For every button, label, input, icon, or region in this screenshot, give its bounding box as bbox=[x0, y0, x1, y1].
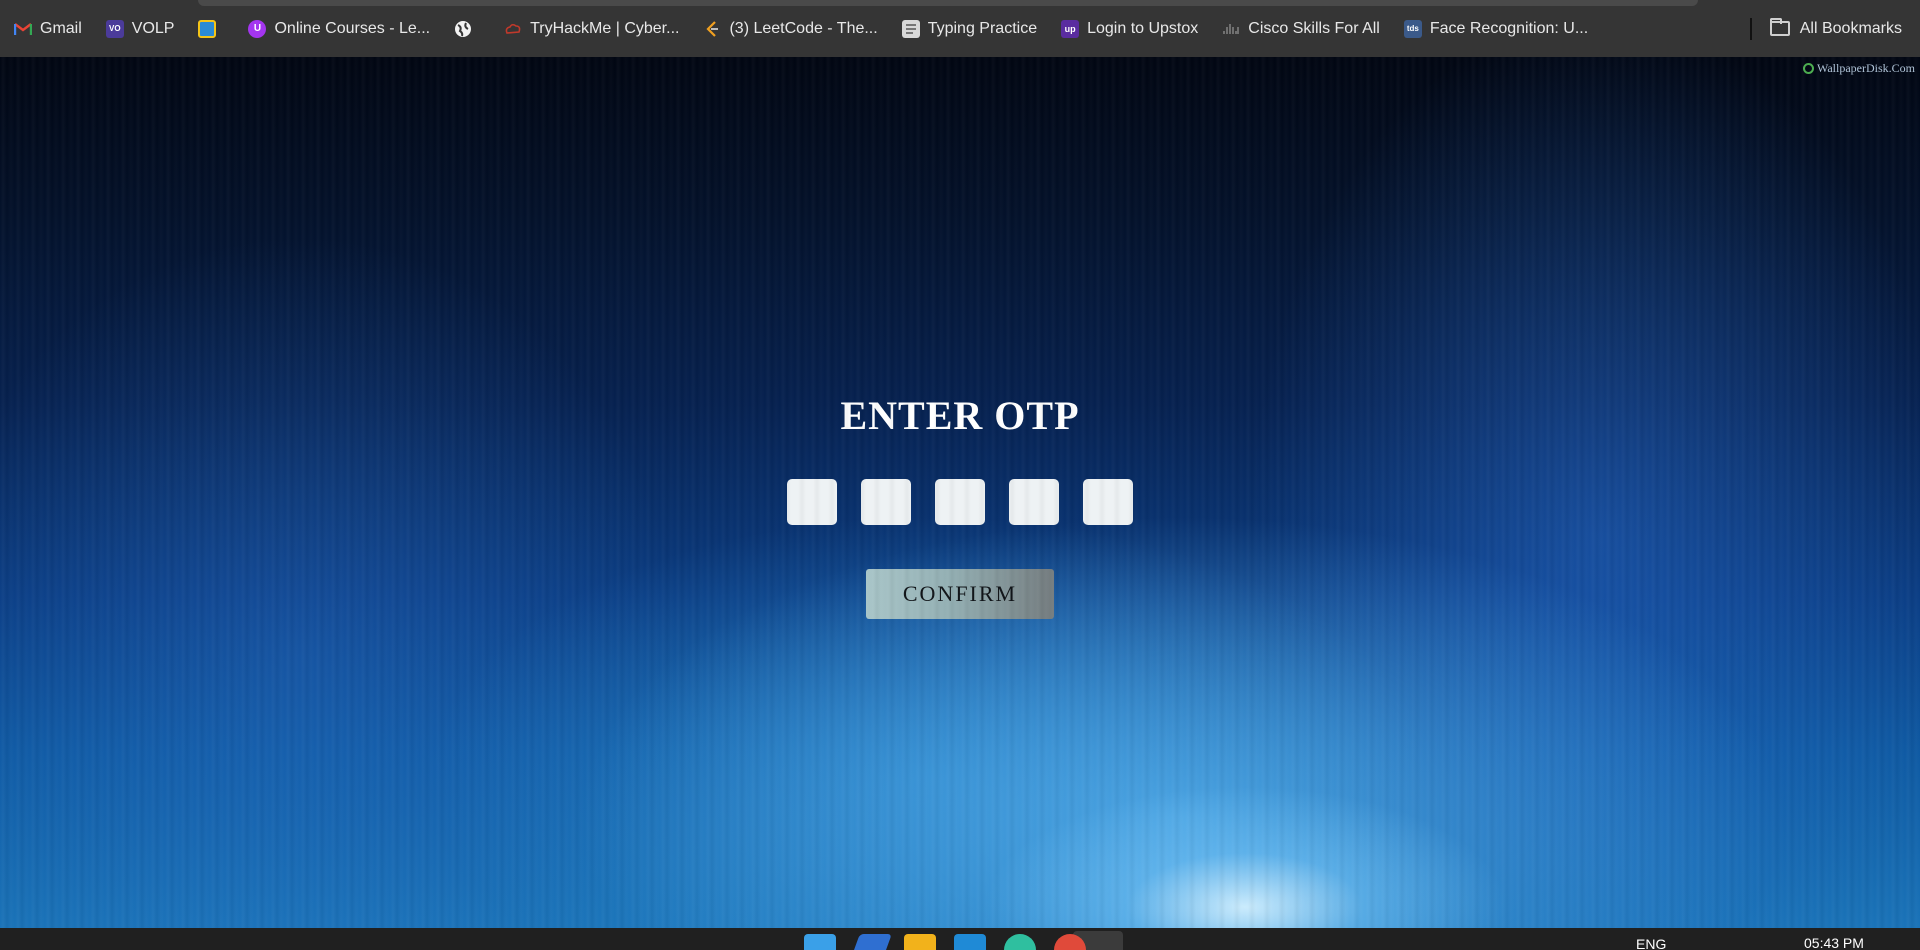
leetcode-icon bbox=[703, 20, 721, 38]
all-bookmarks-button[interactable]: All Bookmarks bbox=[1769, 13, 1912, 45]
bookmark-label: VOLP bbox=[131, 19, 175, 37]
bookmark-label: Gmail bbox=[40, 19, 82, 37]
otp-digit-2[interactable] bbox=[861, 479, 911, 525]
bookmark-typing-practice[interactable]: Typing Practice bbox=[901, 13, 1047, 45]
tds-icon: tds bbox=[1403, 19, 1422, 38]
bookmark-label: Login to Upstox bbox=[1087, 19, 1199, 37]
bookmark-volp[interactable]: VO VOLP bbox=[105, 13, 185, 45]
bookmark-gmail[interactable]: Gmail bbox=[14, 13, 92, 45]
bookmark-leetcode[interactable]: (3) LeetCode - The... bbox=[703, 13, 887, 45]
chrome-icon[interactable] bbox=[1054, 934, 1086, 950]
bookmark-tryhackme[interactable]: TryHackMe | Cyber... bbox=[504, 13, 689, 45]
globe-icon bbox=[454, 20, 472, 38]
bookmark-label: Face Recognition: U... bbox=[1429, 19, 1589, 37]
bookmark-face-recognition[interactable]: tds Face Recognition: U... bbox=[1403, 13, 1598, 45]
bookmark-course-app[interactable] bbox=[198, 13, 234, 45]
bookmarks-bar: Gmail VO VOLP U Online Courses - Le... T… bbox=[0, 0, 1920, 57]
gmail-icon bbox=[14, 20, 32, 38]
otp-digit-5[interactable] bbox=[1083, 479, 1133, 525]
typing-icon bbox=[901, 19, 920, 38]
taskbar: ENG 05:43 PM bbox=[0, 928, 1920, 950]
otp-page: WallpaperDisk.Com ENTER OTP CONFIRM bbox=[0, 57, 1920, 928]
language-indicator[interactable]: ENG bbox=[1636, 936, 1666, 950]
page-title: ENTER OTP bbox=[840, 393, 1080, 438]
bookmark-online-courses[interactable]: U Online Courses - Le... bbox=[248, 13, 440, 45]
windows-start-icon[interactable] bbox=[804, 934, 836, 950]
otp-input-group bbox=[787, 479, 1133, 525]
bookmark-label: Online Courses - Le... bbox=[274, 19, 431, 37]
chat-app-icon[interactable] bbox=[1004, 934, 1036, 950]
udemy-icon: U bbox=[248, 19, 267, 38]
bookmarks-divider bbox=[1749, 17, 1752, 40]
file-explorer-icon[interactable] bbox=[904, 934, 936, 950]
azure-icon[interactable] bbox=[848, 934, 892, 950]
bookmark-label: Cisco Skills For All bbox=[1248, 19, 1380, 37]
course-app-icon bbox=[198, 19, 217, 38]
watermark-text: WallpaperDisk.Com bbox=[1816, 61, 1915, 75]
bookmark-cisco[interactable]: Cisco Skills For All bbox=[1222, 13, 1390, 45]
bookmark-label: Typing Practice bbox=[927, 19, 1038, 37]
bookmark-label: TryHackMe | Cyber... bbox=[530, 19, 680, 37]
watermark: WallpaperDisk.Com bbox=[1802, 61, 1915, 76]
bookmark-label: (3) LeetCode - The... bbox=[729, 19, 878, 37]
bookmark-globe[interactable] bbox=[454, 13, 490, 45]
volp-icon: VO bbox=[105, 19, 124, 38]
tryhackme-icon bbox=[504, 20, 522, 38]
taskbar-icons bbox=[804, 934, 1086, 950]
all-bookmarks-label: All Bookmarks bbox=[1799, 19, 1902, 37]
otp-digit-3[interactable] bbox=[935, 479, 985, 525]
upstox-icon: up bbox=[1061, 19, 1080, 38]
bookmark-upstox[interactable]: up Login to Upstox bbox=[1061, 13, 1208, 45]
otp-digit-4[interactable] bbox=[1009, 479, 1059, 525]
vscode-icon[interactable] bbox=[954, 934, 986, 950]
confirm-button[interactable]: CONFIRM bbox=[866, 569, 1054, 619]
otp-digit-1[interactable] bbox=[787, 479, 837, 525]
folder-icon bbox=[1769, 18, 1790, 36]
watermark-logo-icon bbox=[1802, 63, 1814, 74]
clock[interactable]: 05:43 PM bbox=[1804, 935, 1864, 950]
cisco-icon bbox=[1222, 20, 1240, 38]
